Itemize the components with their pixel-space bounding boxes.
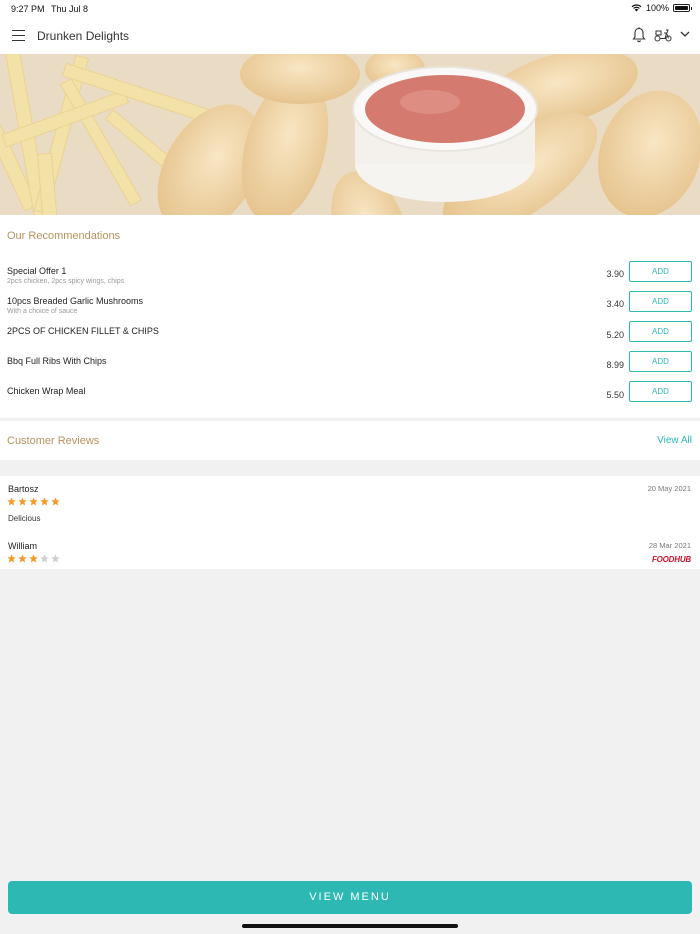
reviews-title: Customer Reviews [7, 435, 100, 447]
reviewer-name: Bartosz [8, 484, 39, 494]
star-icon [7, 497, 16, 506]
wifi-icon [631, 4, 642, 12]
item-price: 8.99 [606, 360, 624, 370]
add-button[interactable]: ADD [629, 381, 692, 402]
add-button[interactable]: ADD [629, 291, 692, 312]
star-rating [7, 554, 60, 563]
item-price: 3.40 [606, 299, 624, 309]
foodhub-logo: FOODHUB [651, 555, 691, 564]
app-header: Drunken Delights [0, 17, 700, 54]
add-button[interactable]: ADD [629, 321, 692, 342]
view-menu-button[interactable]: VIEW MENU [8, 881, 692, 914]
battery-icon [673, 4, 692, 12]
item-description: With a choice of sauce [7, 308, 78, 315]
menu-item: 10pcs Breaded Garlic Mushrooms With a ch… [0, 291, 700, 326]
star-icon [18, 497, 27, 506]
star-icon [51, 497, 60, 506]
add-button[interactable]: ADD [629, 351, 692, 372]
add-button[interactable]: ADD [629, 261, 692, 282]
reviews-header: Customer Reviews View All [0, 421, 700, 460]
review-date: 28 Mar 2021 [648, 541, 691, 550]
star-rating [7, 497, 60, 506]
menu-icon[interactable] [12, 30, 25, 42]
item-name: Bbq Full Ribs With Chips [7, 356, 107, 366]
review-date: 20 May 2021 [647, 484, 691, 493]
chevron-down-icon[interactable] [680, 30, 690, 38]
item-price: 5.50 [606, 390, 624, 400]
star-icon [7, 554, 16, 563]
item-name: Special Offer 1 [7, 266, 67, 276]
item-name: 10pcs Breaded Garlic Mushrooms [7, 296, 144, 306]
item-name: 2PCS OF CHICKEN FILLET & CHIPS [7, 326, 159, 336]
status-bar: 9:27 PM Thu Jul 8 100% [0, 0, 700, 17]
review-item: William 28 Mar 2021 FOODHUB [0, 541, 700, 569]
star-icon [18, 554, 27, 563]
menu-item: 2PCS OF CHICKEN FILLET & CHIPS 5.20 ADD [0, 321, 700, 356]
menu-item: Bbq Full Ribs With Chips 8.99 ADD [0, 351, 700, 386]
recommendations-title: Our Recommendations [7, 230, 121, 242]
status-right: 100% [631, 3, 692, 13]
delivery-scooter-icon[interactable] [654, 28, 672, 42]
item-price: 5.20 [606, 330, 624, 340]
item-description: 2pcs chicken, 2pcs spicy wings, chips [7, 278, 125, 285]
item-price: 3.90 [606, 269, 624, 279]
star-icon [29, 497, 38, 506]
item-name: Chicken Wrap Meal [7, 386, 86, 396]
status-date: Thu Jul 8 [51, 4, 89, 14]
battery-percent: 100% [645, 3, 669, 13]
view-all-link[interactable]: View All [657, 435, 692, 446]
review-text: Delicious [8, 514, 41, 523]
star-icon [40, 554, 49, 563]
star-icon [51, 554, 60, 563]
bell-icon[interactable] [632, 27, 646, 43]
hero-food-image [0, 54, 700, 215]
star-icon [40, 497, 49, 506]
star-icon [29, 554, 38, 563]
reviewer-name: William [8, 541, 37, 551]
chicken-tenders-illustration [0, 54, 700, 215]
menu-item: Special Offer 1 2pcs chicken, 2pcs spicy… [0, 261, 700, 296]
menu-item: Chicken Wrap Meal 5.50 ADD [0, 381, 700, 416]
review-item: Bartosz 20 May 2021 Delicious [0, 484, 700, 534]
home-indicator [242, 924, 458, 928]
reviews-list: Bartosz 20 May 2021 Delicious William 28… [0, 476, 700, 569]
recommendations-section: Our Recommendations Special Offer 1 2pcs… [0, 215, 700, 418]
restaurant-title: Drunken Delights [37, 29, 130, 43]
status-time: 9:27 PM [11, 4, 45, 14]
